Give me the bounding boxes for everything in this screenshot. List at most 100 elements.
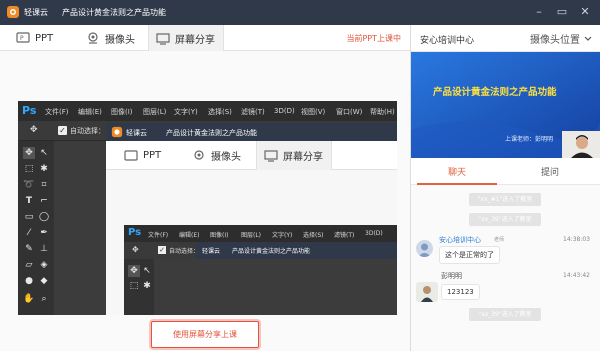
slice-tool-icon: ⌐ (40, 196, 48, 206)
brand-name: 轻课云 (24, 8, 48, 17)
camera-icon (88, 32, 98, 44)
tab-screen-share[interactable]: 屏幕分享 (148, 25, 224, 52)
ps-menu-item: 文件(F) (45, 108, 69, 116)
checkbox-icon: ✓ (58, 126, 67, 135)
nested-shared-screen: Ps 文件(F) 编辑(E) 图像(I) 图层(L) 文字(Y) 选择(S) 滤… (124, 225, 397, 315)
nested-nested-brand: 轻课云 (202, 248, 221, 255)
tab-chat[interactable]: 聊天 (448, 165, 466, 178)
chat-sender-name: 彭明明 (441, 272, 462, 280)
ps-menu-item: 选择(S) (303, 232, 324, 239)
video-teacher: 上课老师：彭明明 (505, 136, 554, 143)
chevron-down-icon[interactable] (584, 36, 592, 42)
tab-camera-label: 摄像头 (105, 34, 135, 46)
nested-tab-screen-share-label: 屏幕分享 (283, 152, 323, 163)
ps-menu-item: 窗口(W) (336, 108, 363, 116)
nested-tab-camera-label: 摄像头 (211, 152, 241, 163)
photoshop-toolbox: ✥ ↖ ⬚ ✱ ➰ ⌗ T ⌐ ▭ ◯ ⁄ ✒ ✎ ⊥ ▱ ◈ ● ◆ ✋ ⌕ (18, 141, 54, 315)
status-link[interactable]: 当前PPT上课中 (346, 33, 401, 44)
crop-tool-icon: ⌗ (41, 180, 47, 190)
type-tool-icon: T (25, 196, 33, 206)
mode-tab-bar: P PPT 摄像头 屏幕分享 当前PPT上课中 (0, 25, 410, 52)
marquee-tool-icon: ⬚ (129, 281, 139, 291)
pen-tool-icon: ✒ (40, 228, 48, 238)
ps-menu-item: 滤镜(T) (334, 232, 355, 239)
ps-menu-item: 选择(S) (208, 108, 232, 116)
minimize-icon[interactable]: – (531, 4, 547, 20)
ps-menu-item: 文字(Y) (174, 108, 198, 116)
ps-menu-item: 图像(I) (210, 232, 229, 239)
chat-bubble: 123123 (441, 284, 480, 300)
nested-tab-screen-share: 屏幕分享 (256, 141, 332, 170)
app-window: 轻课云 产品设计黄金法则之产品功能 – ▭ ✕ P PPT 摄像头 屏幕分享 当… (0, 0, 600, 351)
person-avatar-icon (562, 131, 600, 158)
pointer-tool-icon: ↖ (40, 148, 48, 158)
brush-tool-icon: ✎ (25, 244, 33, 254)
ps-menu-item: 文件(F) (148, 232, 169, 239)
svg-text:P: P (20, 35, 24, 42)
ps-menu-item: 帮助(H) (370, 108, 395, 116)
nested-nested-course: 产品设计黄金法则之产品功能 (232, 248, 311, 255)
nested-app-logo-icon (111, 126, 123, 138)
nested-ps-toolbox: ✥ ↖ ⬚ ✱ (124, 259, 154, 315)
title-bar: 轻课云 产品设计黄金法则之产品功能 – ▭ ✕ (0, 0, 600, 25)
ps-menu-item: 视图(V) (301, 108, 326, 116)
ps-menu-item: 图像(I) (111, 108, 133, 116)
eraser-tool-icon: ▱ (25, 260, 33, 270)
ppt-icon: P (16, 32, 30, 43)
shared-screen-preview: Ps 文件(F) 编辑(E) 图像(I) 图层(L) 文字(Y) 选择(S) 滤… (18, 101, 397, 315)
system-notice: "xx_#1"进入了教室 (469, 193, 541, 206)
ps-menu-item: 3D(D) (274, 107, 295, 115)
ps-menu-item: 文字(Y) (272, 232, 293, 239)
chat-time: 14:43:42 (563, 272, 590, 279)
teacher-camera-thumbnail (562, 131, 600, 158)
system-notice: "xx_39"进入了教室 (469, 308, 541, 321)
photoshop-logo: Ps (22, 104, 37, 117)
hand-tool-icon: ✋ (23, 294, 35, 304)
ps-menu-item: 图层(L) (241, 232, 262, 239)
chat-bubble: 这个是正常的了 (439, 246, 500, 264)
chat-sender-role: 老师 (494, 237, 505, 243)
nested-tab-bar: PPT 摄像头 屏幕分享 (106, 141, 397, 170)
ps-menu-item: 编辑(E) (78, 108, 102, 116)
move-tool-icon: ✥ (132, 245, 139, 254)
close-icon[interactable]: ✕ (577, 4, 593, 20)
maximize-icon[interactable]: ▭ (554, 4, 570, 20)
chat-time: 14:38:03 (563, 236, 590, 243)
start-screen-share-button[interactable]: 使用屏幕分享上课 (151, 321, 259, 348)
nested-course-title: 产品设计黄金法则之产品功能 (166, 129, 257, 137)
shape-tool-icon: ▭ (24, 212, 34, 222)
lasso-tool-icon: ➰ (23, 180, 35, 190)
ps-menu-item: 滤镜(T) (241, 108, 265, 116)
camera-icon (194, 149, 204, 160)
zoom-tool-icon: ⌕ (41, 294, 47, 304)
tab-ppt[interactable]: P PPT (16, 25, 53, 51)
nested-tab-camera: 摄像头 (192, 141, 241, 170)
chat-tab-bar: 聊天 提问 (411, 158, 600, 185)
nested-brand: 轻课云 (126, 129, 147, 137)
org-name: 安心培训中心 (420, 36, 475, 46)
auto-select-label: 自动选择： (70, 127, 105, 135)
camera-position-dropdown[interactable]: 摄像头位置 (530, 31, 580, 46)
right-panel-header: 安心培训中心 摄像头位置 (411, 25, 600, 52)
nested-tab-ppt-label: PPT (143, 150, 162, 161)
ppt-icon (124, 149, 138, 161)
avatar (416, 240, 433, 257)
chat-sender-name: 安心培训中心 (439, 236, 481, 244)
tab-camera[interactable]: 摄像头 (86, 25, 135, 51)
ellipse-tool-icon: ◯ (38, 212, 50, 222)
blur-tool-icon: ◆ (40, 276, 48, 286)
stamp-tool-icon: ⊥ (40, 244, 48, 254)
video-preview: 产品设计黄金法则之产品功能 上课老师：彭明明 (411, 52, 600, 158)
ps-menu-item: 编辑(E) (179, 232, 200, 239)
tab-questions[interactable]: 提问 (541, 165, 559, 178)
nested-auto-select-label: 自动选择： (169, 248, 200, 255)
nested-photoshop-logo: Ps (128, 227, 142, 238)
video-title: 产品设计黄金法则之产品功能 (433, 87, 557, 98)
tab-ppt-label: PPT (35, 32, 54, 44)
monitor-icon (264, 149, 278, 162)
nested-nested-title: 轻课云 产品设计黄金法则之产品功能 (196, 242, 397, 259)
ps-menu-item: 3D(D) (365, 230, 383, 237)
move-tool-icon: ✥ (23, 147, 35, 159)
dodge-tool-icon: ● (25, 276, 33, 286)
chat-list: "xx_#1"进入了教室 "xx_39"进入了教室 安心培训中心 老师 14:3… (411, 185, 600, 351)
